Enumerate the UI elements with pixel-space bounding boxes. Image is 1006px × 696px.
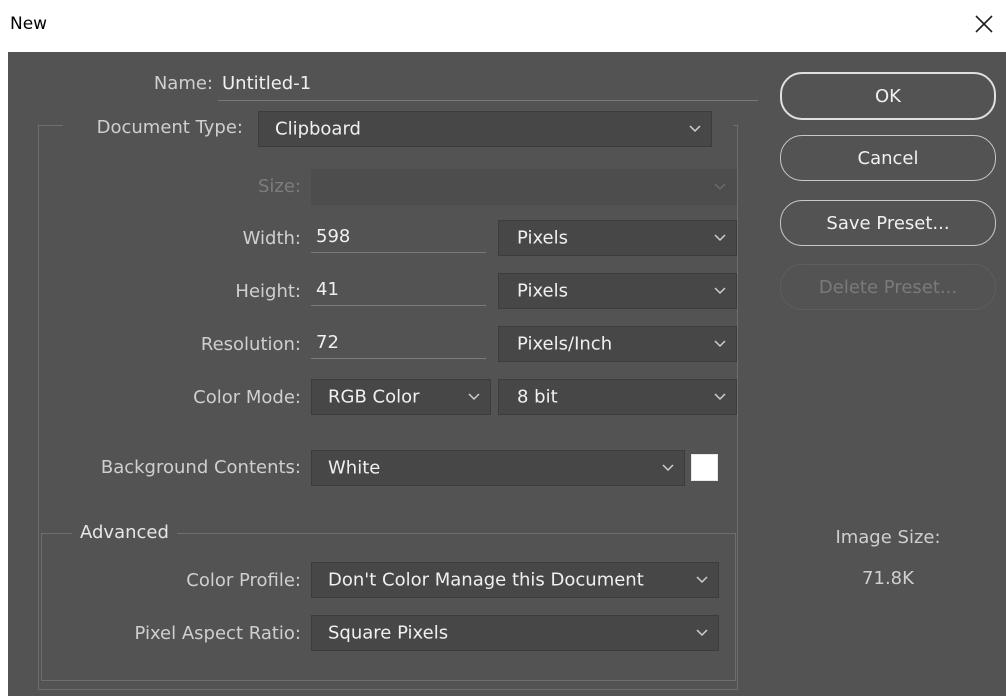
document-type-label: Document Type: (96, 117, 243, 138)
chevron-down-icon (714, 340, 726, 348)
color-mode-value: RGB Color (328, 386, 420, 408)
color-mode-dropdown[interactable]: RGB Color (311, 379, 491, 415)
chevron-down-icon (689, 125, 701, 133)
pixel-aspect-ratio-dropdown[interactable]: Square Pixels (311, 615, 719, 651)
color-profile-label: Color Profile: (186, 570, 301, 591)
image-size-label: Image Size: (835, 527, 941, 548)
ok-button[interactable]: OK (780, 72, 996, 120)
cancel-button[interactable]: Cancel (780, 135, 996, 181)
resolution-label: Resolution: (200, 334, 301, 355)
resolution-input-underline (311, 358, 486, 359)
width-input[interactable]: 598 (316, 226, 350, 247)
chevron-down-icon (468, 393, 480, 401)
size-dropdown (311, 169, 737, 205)
close-icon[interactable] (972, 12, 996, 36)
chevron-down-icon (696, 576, 708, 584)
window-title: New (10, 14, 48, 34)
title-bar: New (0, 0, 1006, 52)
resolution-unit-value: Pixels/Inch (517, 333, 613, 355)
document-type-value: Clipboard (275, 118, 361, 140)
document-type-dropdown[interactable]: Clipboard (258, 111, 712, 147)
chevron-down-icon (714, 183, 726, 191)
height-label: Height: (235, 281, 301, 302)
background-color-swatch[interactable] (691, 454, 718, 481)
advanced-group-box (41, 533, 736, 681)
chevron-down-icon (714, 234, 726, 242)
name-input-underline (218, 100, 758, 101)
save-preset-button[interactable]: Save Preset... (780, 200, 996, 246)
resolution-unit-dropdown[interactable]: Pixels/Inch (498, 326, 737, 362)
chevron-down-icon (714, 287, 726, 295)
height-unit-value: Pixels (517, 280, 569, 302)
background-contents-label: Background Contents: (100, 457, 301, 478)
color-profile-dropdown[interactable]: Don't Color Manage this Document (311, 562, 719, 598)
chevron-down-icon (662, 464, 674, 472)
name-label: Name: (153, 73, 213, 94)
new-document-dialog: Name: Untitled-1 Document Type: Clipboar… (8, 52, 1006, 696)
resolution-input[interactable]: 72 (316, 332, 339, 353)
color-profile-value: Don't Color Manage this Document (328, 569, 644, 591)
height-unit-dropdown[interactable]: Pixels (498, 273, 737, 309)
pixel-aspect-ratio-label: Pixel Aspect Ratio: (134, 623, 302, 644)
image-size-value: 71.8K (862, 568, 914, 589)
color-mode-label: Color Mode: (193, 387, 301, 408)
advanced-legend: Advanced (72, 522, 177, 543)
background-contents-dropdown[interactable]: White (311, 450, 685, 486)
width-input-underline (311, 252, 486, 253)
chevron-down-icon (696, 629, 708, 637)
chevron-down-icon (714, 393, 726, 401)
name-input[interactable]: Untitled-1 (222, 73, 311, 94)
background-contents-value: White (328, 457, 381, 479)
size-label: Size: (257, 176, 301, 197)
height-input-underline (311, 305, 486, 306)
width-label: Width: (242, 228, 301, 249)
width-unit-dropdown[interactable]: Pixels (498, 220, 737, 256)
bit-depth-dropdown[interactable]: 8 bit (498, 379, 737, 415)
delete-preset-button: Delete Preset... (780, 264, 996, 310)
bit-depth-value: 8 bit (517, 386, 558, 408)
width-unit-value: Pixels (517, 227, 569, 249)
pixel-aspect-ratio-value: Square Pixels (328, 622, 449, 644)
height-input[interactable]: 41 (316, 279, 339, 300)
